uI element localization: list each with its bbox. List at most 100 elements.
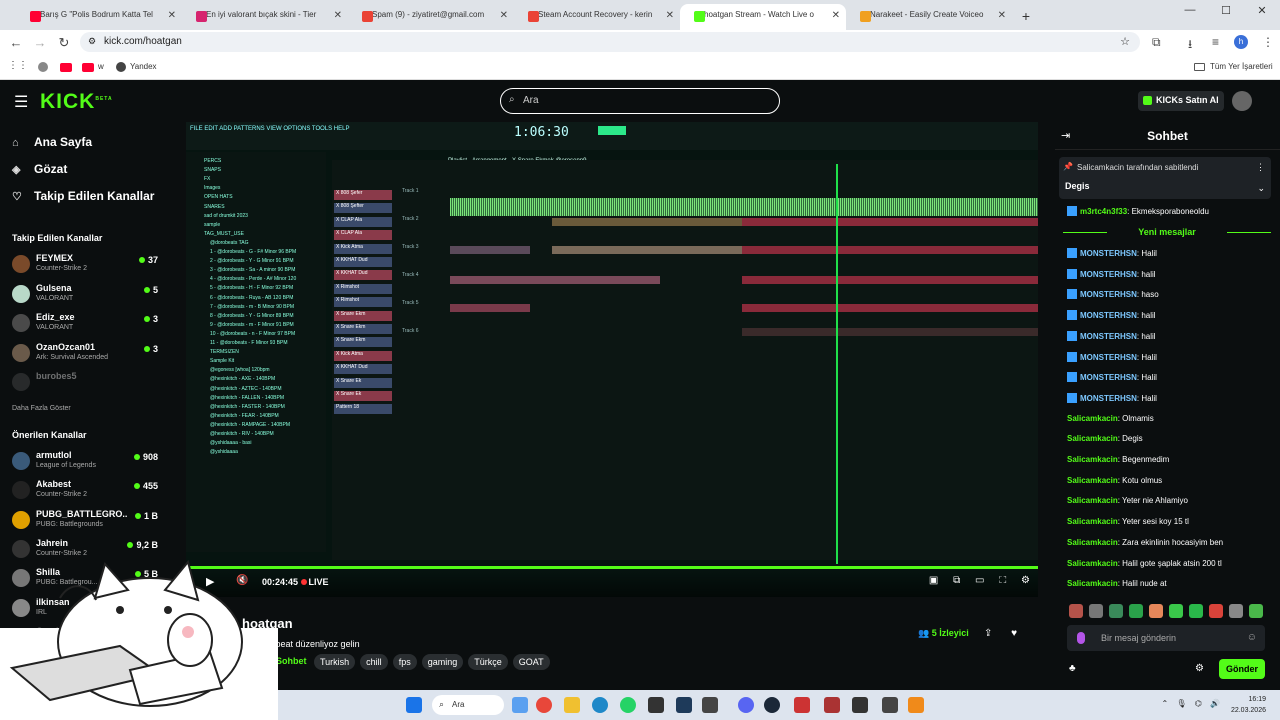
emoji-icon[interactable]: ☺ xyxy=(1247,632,1257,643)
channel-item[interactable]: Ediz_exe VALORANT 3 xyxy=(12,312,162,340)
browser-tab[interactable]: En iyi valorant bıçak skini - Tier ✕ xyxy=(182,4,348,30)
sidebar-nav-item[interactable]: ◈ Gözat xyxy=(12,162,67,176)
chat-username[interactable]: MONSTERHSN xyxy=(1080,394,1137,403)
chat-username[interactable]: Salicamkacin xyxy=(1067,517,1118,526)
chat-username[interactable]: Salicamkacin xyxy=(1067,559,1118,568)
bookmark-yandex[interactable]: Yandex xyxy=(130,62,157,71)
more-options-icon[interactable]: ⋮ xyxy=(1256,162,1265,173)
chat-username[interactable]: Salicamkacin xyxy=(1067,434,1118,443)
send-button[interactable]: Gönder xyxy=(1219,659,1265,679)
steam-icon[interactable] xyxy=(764,697,780,713)
kick-logo[interactable]: KICKBETA xyxy=(40,90,113,114)
apps-grid-icon[interactable]: ⋮⋮ xyxy=(8,60,28,71)
follow-icon[interactable]: ♥ xyxy=(1011,628,1017,639)
stream-tag[interactable]: Türkçe xyxy=(468,654,508,670)
chat-username[interactable]: Salicamkacin xyxy=(1067,476,1118,485)
app-icon-3[interactable] xyxy=(702,697,718,713)
taskbar-search[interactable]: ⌕ Ara xyxy=(432,695,504,715)
tab-close-icon[interactable]: ✕ xyxy=(168,10,176,21)
browser-tab[interactable]: Steam Account Recovery - kerin ✕ xyxy=(514,4,680,30)
chat-users-icon[interactable]: ♣ xyxy=(1069,663,1076,674)
channel-item[interactable]: FEYMEX Counter-Strike 2 37 xyxy=(12,253,162,281)
stream-tag[interactable]: gaming xyxy=(421,654,464,670)
app-icon-7[interactable] xyxy=(882,697,898,713)
theater-icon[interactable]: ▭ xyxy=(975,575,984,586)
search-input[interactable]: ⌕ Ara xyxy=(500,88,780,114)
mic-icon[interactable] xyxy=(1077,632,1085,644)
close-window-icon[interactable]: ✕ xyxy=(1244,4,1280,17)
chat-input[interactable]: Bir mesaj gönderin ☺ xyxy=(1067,625,1265,651)
reload-icon[interactable]: ↻ xyxy=(52,35,76,51)
app-icon-6[interactable] xyxy=(852,697,868,713)
stream-tag[interactable]: fps xyxy=(392,654,417,670)
chat-username[interactable]: MONSTERHSN xyxy=(1080,311,1137,320)
youtube-bookmark-icon[interactable] xyxy=(60,63,72,72)
url-field[interactable]: ⚙ kick.com/hoatgan ☆ xyxy=(80,32,1140,52)
browser-tab[interactable]: hoatgan Stream - Watch Live o ✕ xyxy=(680,4,846,30)
bookmark-all[interactable]: Tüm Yer İşaretleri xyxy=(1210,62,1273,71)
stream-tag[interactable]: chill xyxy=(360,654,388,670)
emote-icon[interactable] xyxy=(1149,604,1163,618)
emote-icon[interactable] xyxy=(1129,604,1143,618)
settings-gear-icon[interactable]: ⚙ xyxy=(1021,575,1030,586)
browser-tab[interactable]: Spam (9) - ziyatiret@gmail.com ✕ xyxy=(348,4,514,30)
profile-avatar[interactable]: h xyxy=(1234,35,1248,49)
channel-item[interactable]: Akabest Counter-Strike 2 455 xyxy=(12,479,162,507)
back-icon[interactable]: ← xyxy=(4,35,28,50)
app-icon-5[interactable] xyxy=(824,697,840,713)
emote-icon[interactable] xyxy=(1169,604,1183,618)
menu-kebab-icon[interactable]: ⋮ xyxy=(1262,35,1274,49)
mic-tray-icon[interactable]: 🎙 xyxy=(1176,699,1186,708)
tab-close-icon[interactable]: ✕ xyxy=(334,10,342,21)
chat-username[interactable]: Salicamkacin xyxy=(1067,455,1118,464)
edge-icon[interactable] xyxy=(592,697,608,713)
chrome-bookmark-icon[interactable] xyxy=(38,62,48,72)
tray-chevron-icon[interactable]: ⌃ xyxy=(1161,699,1168,708)
chat-username[interactable]: MONSTERHSN xyxy=(1080,290,1137,299)
stream-tag[interactable]: Turkish xyxy=(314,654,356,670)
taskbar-clock[interactable]: 16:19 22.03.2026 xyxy=(1231,694,1266,716)
maximize-icon[interactable]: ☐ xyxy=(1208,4,1244,17)
tab-close-icon[interactable]: ✕ xyxy=(998,10,1006,21)
emote-icon[interactable] xyxy=(1109,604,1123,618)
emote-icon[interactable] xyxy=(1249,604,1263,618)
app-icon-2[interactable] xyxy=(676,697,692,713)
bookmark-star-icon[interactable]: ☆ xyxy=(1120,35,1130,48)
sidebar-nav-item[interactable]: ♡ Takip Edilen Kanallar xyxy=(12,189,154,203)
chat-settings-icon[interactable]: ⚙ xyxy=(1195,663,1204,674)
site-info-icon[interactable]: ⚙ xyxy=(88,36,96,47)
channel-item[interactable]: Gulsena VALORANT 5 xyxy=(12,283,162,311)
tab-close-icon[interactable]: ✕ xyxy=(832,10,840,21)
app-icon-1[interactable] xyxy=(648,697,664,713)
chat-username[interactable]: Salicamkacin xyxy=(1067,496,1118,505)
channel-item[interactable]: OzanOzcan01 Ark: Survival Ascended 3 xyxy=(12,342,162,370)
bookmark-w[interactable]: w xyxy=(98,62,104,71)
chat-username[interactable]: Salicamkacin xyxy=(1067,579,1118,588)
chat-username[interactable]: MONSTERHSN xyxy=(1080,353,1137,362)
clip-icon[interactable]: ▣ xyxy=(929,575,938,586)
pip-icon[interactable]: ⧉ xyxy=(953,575,960,586)
user-avatar[interactable] xyxy=(1232,91,1252,111)
youtube-bookmark-w-icon[interactable] xyxy=(82,63,94,72)
buy-kicks-button[interactable]: KICKs Satın Al xyxy=(1138,91,1224,111)
fl-studio-icon[interactable] xyxy=(908,697,924,713)
chevron-down-icon[interactable]: ⌄ xyxy=(1257,183,1265,194)
sidebar-nav-item[interactable]: ⌂ Ana Sayfa xyxy=(12,135,92,149)
video-player[interactable]: FILE EDIT ADD PATTERNS VIEW OPTIONS TOOL… xyxy=(186,122,1038,597)
channel-item[interactable]: armutlol League of Legends 908 xyxy=(12,450,162,478)
windows-start-icon[interactable] xyxy=(406,697,422,713)
stream-tag[interactable]: GOAT xyxy=(512,654,550,670)
reading-list-icon[interactable]: ≡ xyxy=(1212,35,1219,49)
tab-close-icon[interactable]: ✕ xyxy=(666,10,674,21)
chat-username[interactable]: MONSTERHSN xyxy=(1080,332,1137,341)
yandex-icon[interactable] xyxy=(116,62,126,72)
chat-username[interactable]: Salicamkacin xyxy=(1067,414,1118,423)
fullscreen-icon[interactable]: ⛶ xyxy=(999,575,1006,586)
chat-username[interactable]: MONSTERHSN xyxy=(1080,249,1137,258)
chrome-taskbar-icon[interactable] xyxy=(536,697,552,713)
emote-icon[interactable] xyxy=(1229,604,1243,618)
chat-username[interactable]: m3rtc4n3f33 xyxy=(1080,207,1127,216)
tab-close-icon[interactable]: ✕ xyxy=(500,10,508,21)
network-icon[interactable]: ⌬ xyxy=(1195,699,1202,708)
channel-item[interactable]: PUBG_BATTLEGRO... PUBG: Battlegrounds 1 B xyxy=(12,509,162,537)
